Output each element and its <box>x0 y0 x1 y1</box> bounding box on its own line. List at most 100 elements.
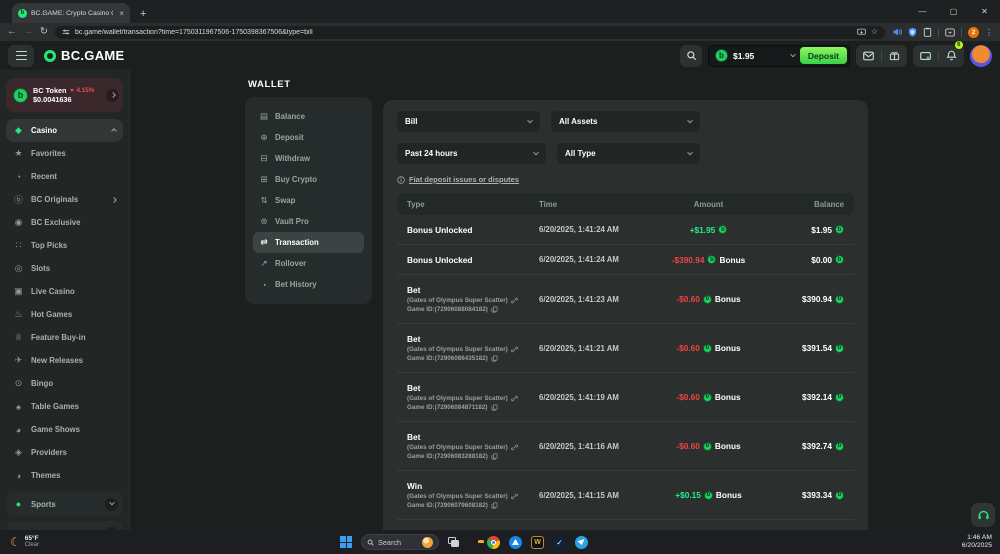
sidebar-item-live-casino[interactable]: ▣Live Casino <box>6 280 123 303</box>
sidebar-item-favorites[interactable]: ★Favorites <box>6 142 123 165</box>
window-maximize-button[interactable]: ▢ <box>938 0 969 22</box>
telegram-app-icon[interactable] <box>575 536 588 549</box>
sidebar-item-label: Themes <box>31 471 116 480</box>
taskbar-clock[interactable]: 1:46 AM 6/20/2025 <box>962 534 992 551</box>
wallet-menu-item-bet-history[interactable]: ◔Bet History <box>253 274 364 295</box>
sidebar-item-bc-originals[interactable]: ⓑBC Originals <box>6 188 123 211</box>
refresh-icon[interactable]: ↻ <box>40 27 48 37</box>
period-filter-dropdown[interactable]: Past 24 hours <box>397 143 546 164</box>
wallet-menu-item-deposit[interactable]: ⊕Deposit <box>253 127 364 148</box>
checkmark-app-icon[interactable]: ✓ <box>553 536 566 549</box>
sidebar-item-themes[interactable]: ◑Themes <box>6 464 123 487</box>
back-icon[interactable]: ← <box>7 27 17 37</box>
blue-app-icon[interactable] <box>509 536 522 549</box>
bcgame-logo-icon <box>44 50 56 62</box>
game-link-icon[interactable] <box>511 493 518 500</box>
game-link-icon[interactable] <box>511 346 518 353</box>
wallet-menu-item-buy-crypto[interactable]: ⊞Buy Crypto <box>253 169 364 190</box>
game-link-icon[interactable] <box>511 395 518 402</box>
copy-icon <box>491 502 498 509</box>
sidebar-item-sports[interactable]: ●Sports <box>6 492 123 516</box>
copy-game-id-icon[interactable] <box>491 306 498 313</box>
bc-token-widget[interactable]: b BC Token 4.15% $0.0041636 <box>6 78 123 112</box>
type-filter-dropdown[interactable]: All Type <box>557 143 700 164</box>
swap-icon: ⇅ <box>259 195 269 206</box>
assets-filter-dropdown[interactable]: All Assets <box>551 111 700 132</box>
send-to-device-icon[interactable] <box>857 28 866 36</box>
wow-app-icon[interactable]: W <box>531 536 544 549</box>
support-button[interactable] <box>971 503 995 527</box>
token-expand-button[interactable] <box>106 89 119 102</box>
clipboard-extension-icon[interactable] <box>923 27 932 37</box>
tx-game-id: Game ID:(72906086435182) <box>407 355 539 362</box>
sidebar-item-bingo[interactable]: ⊙Bingo <box>6 372 123 395</box>
tab-search-icon[interactable] <box>945 28 955 37</box>
column-header-balance: Balance <box>766 200 844 209</box>
wallet-menu-item-balance[interactable]: ▤Balance <box>253 106 364 127</box>
game-link-icon[interactable] <box>511 297 518 304</box>
wallet-menu-item-withdraw[interactable]: ⊟Withdraw <box>253 148 364 169</box>
browser-profile-avatar[interactable]: 2 <box>968 27 979 38</box>
sidebar-item-game-shows[interactable]: ◕Game Shows <box>6 418 123 441</box>
tx-game-id: Game ID:(72906083288182) <box>407 453 539 460</box>
sidebar-item-new-releases[interactable]: ✈New Releases <box>6 349 123 372</box>
sidebar-item-hot-games[interactable]: ♨Hot Games <box>6 303 123 326</box>
wallet-menu-item-vault-pro[interactable]: ⊛Vault Pro <box>253 211 364 232</box>
game-link-icon[interactable] <box>511 444 518 451</box>
sound-extension-icon[interactable] <box>892 27 902 37</box>
wallet-menu-item-rollover[interactable]: ↗Rollover <box>253 253 364 274</box>
headset-icon <box>977 509 990 521</box>
expand-button[interactable] <box>105 498 118 511</box>
gift-icon[interactable] <box>889 50 900 61</box>
tab-close-icon[interactable]: × <box>117 9 124 18</box>
chevron-down-icon <box>790 51 796 57</box>
tx-bonus-label: Bonus <box>715 441 741 451</box>
copy-game-id-icon[interactable] <box>491 404 498 411</box>
wallet-menu-item-transaction[interactable]: ⇄Transaction <box>253 232 364 253</box>
sidebar-item-providers[interactable]: ◈Providers <box>6 441 123 464</box>
browser-tab[interactable]: b BC.GAME: Crypto Casino Game × <box>12 3 130 23</box>
fiat-dispute-link[interactable]: Fiat deposit issues or disputes <box>397 175 854 184</box>
sidebar-item-top-picks[interactable]: ∷Top Picks <box>6 234 123 257</box>
forward-icon[interactable]: → <box>24 27 34 37</box>
copy-game-id-icon[interactable] <box>491 355 498 362</box>
live-casino-icon: ▣ <box>13 286 24 297</box>
shield-extension-icon[interactable] <box>908 27 917 37</box>
chrome-app-icon[interactable] <box>487 536 500 549</box>
taskbar-weather[interactable]: ☾ 65°F Clear <box>10 535 39 549</box>
sidebar-item-table-games[interactable]: ♠Table Games <box>6 395 123 418</box>
bill-filter-dropdown[interactable]: Bill <box>397 111 540 132</box>
copy-game-id-icon[interactable] <box>491 453 498 460</box>
bcgame-logo[interactable]: BC.GAME <box>44 48 125 63</box>
bc-token-coin-icon: b <box>13 88 28 103</box>
wallet-menu-label: Swap <box>275 196 295 205</box>
new-tab-button[interactable]: + <box>140 8 146 20</box>
sidebar-item-feature-buy-in[interactable]: ♕Feature Buy-in <box>6 326 123 349</box>
user-avatar[interactable] <box>970 45 992 67</box>
copy-game-id-icon[interactable] <box>491 502 498 509</box>
task-view-icon[interactable] <box>448 537 460 547</box>
url-bar[interactable]: bc.game/wallet/transaction?time=17503119… <box>55 26 885 39</box>
hamburger-menu-button[interactable] <box>8 45 34 67</box>
tx-amount: +$1.95 <box>690 225 716 235</box>
site-settings-icon[interactable] <box>62 28 70 36</box>
window-close-button[interactable]: ✕ <box>969 0 1000 22</box>
cashier-icon[interactable] <box>920 51 931 61</box>
windows-start-button[interactable] <box>340 536 352 548</box>
taskbar-search-box[interactable]: Search <box>361 534 439 550</box>
sidebar-item-slots[interactable]: ◎Slots <box>6 257 123 280</box>
notifications-bell-icon[interactable] <box>946 50 957 61</box>
wallet-menu-item-swap[interactable]: ⇅ Swap <box>253 190 364 211</box>
rollover-icon: ↗ <box>259 258 269 269</box>
deposit-button[interactable]: Deposit <box>800 47 847 64</box>
messages-icon[interactable] <box>863 51 874 61</box>
tx-bonus-label: Bonus <box>716 490 742 500</box>
sidebar-item-recent[interactable]: ◔Recent <box>6 165 123 188</box>
search-button[interactable] <box>680 45 702 67</box>
sidebar-item-bc-exclusive[interactable]: ◉BC Exclusive <box>6 211 123 234</box>
balance-selector[interactable]: b $1.95 Deposit <box>708 45 850 67</box>
sidebar-item-casino[interactable]: ◆Casino <box>6 119 123 142</box>
bookmark-star-icon[interactable]: ☆ <box>871 28 878 36</box>
window-minimize-button[interactable]: — <box>907 0 938 22</box>
browser-menu-icon[interactable]: ⋮ <box>985 28 993 37</box>
